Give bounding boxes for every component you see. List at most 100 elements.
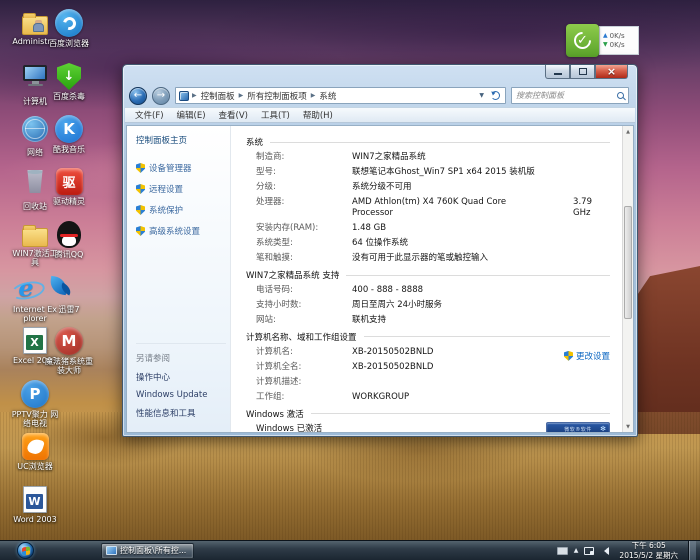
info-row: 工作组:WORKGROUP (256, 392, 610, 403)
pptv-icon: P (21, 380, 49, 408)
system-window: ← → ▶ 控制面板 ▶ 所有控制面板项 ▶ 系统 ▼ 搜索控制面板 文件(F)… (122, 64, 638, 437)
info-row: 制造商:WIN7之家精品系统 (256, 152, 610, 163)
info-row: 笔和触摸:没有可用于此显示器的笔或触控输入 (256, 253, 610, 264)
desktop-icon-baidu-antivirus[interactable]: ↓ 百度杀毒 (45, 61, 93, 101)
cpu-speed: 3.79 GHz (573, 197, 610, 218)
section-title-activation: Windows 激活 (246, 408, 304, 420)
download-speed: 0K/s (610, 41, 625, 49)
sidebar-item-system-protection[interactable]: 系统保护 (136, 204, 226, 216)
taskbar: 控制面板\所有控... ▲ 下午 6:05 2015/5/2 星期六 (0, 540, 700, 560)
driver-genius-icon: 驱 (56, 168, 83, 195)
vertical-scrollbar[interactable]: ▲ ▼ (622, 126, 633, 432)
uac-shield-icon (136, 184, 145, 194)
clock-time: 下午 6:05 (619, 541, 678, 550)
breadcrumb-control-panel[interactable]: 控制面板 (200, 90, 236, 102)
xunlei-bird-icon (45, 273, 75, 303)
info-row: 计算机全名:XB-20150502BNLD (256, 362, 610, 373)
info-row: 电话号码:400 - 888 - 8888 (256, 285, 610, 296)
sidebar-item-remote-settings[interactable]: 远程设置 (136, 183, 226, 195)
menu-view[interactable]: 查看(V) (219, 109, 248, 121)
search-box[interactable]: 搜索控制面板 (511, 87, 629, 104)
maximize-button[interactable] (570, 65, 595, 79)
desktop-icon-xunlei[interactable]: 迅雷7 (45, 273, 93, 314)
see-also-header: 另请参阅 (136, 352, 226, 364)
control-panel-window-icon (106, 546, 117, 555)
desktop-icon-baidu-browser[interactable]: 百度浏览器 (45, 8, 93, 48)
close-button[interactable] (595, 65, 628, 79)
uac-shield-icon (136, 226, 145, 236)
back-button[interactable]: ← (129, 87, 147, 105)
speed-panel: ▲0K/s ▼0K/s (599, 26, 639, 55)
desktop-icon-uc-browser[interactable]: UC浏览器 (11, 432, 59, 471)
sidebar-item-advanced-settings[interactable]: 高级系统设置 (136, 225, 226, 237)
breadcrumb-separator: ▶ (192, 92, 197, 99)
menu-file[interactable]: 文件(F) (135, 109, 164, 121)
change-settings-link[interactable]: 更改设置 (564, 350, 610, 362)
info-row: 计算机描述: (256, 377, 610, 388)
maximize-icon (579, 68, 587, 75)
sidebar-item-performance-tools[interactable]: 性能信息和工具 (136, 407, 226, 419)
menu-tools[interactable]: 工具(T) (261, 109, 290, 121)
net-speed-widget[interactable]: ✓ ▲0K/s ▼0K/s (566, 24, 639, 57)
upload-speed: 0K/s (610, 32, 625, 40)
sidebar-item-device-manager[interactable]: 设备管理器 (136, 162, 226, 174)
show-hidden-icons-arrow[interactable]: ▲ (574, 547, 579, 554)
desktop-icon-mofazhu[interactable]: M 魔法猪系统重装大师 (45, 326, 93, 375)
uac-shield-icon (136, 163, 145, 173)
kuwo-icon: K (55, 115, 83, 143)
minimize-button[interactable] (545, 65, 570, 79)
scroll-up-arrow[interactable]: ▲ (623, 126, 633, 137)
network-tray-icon[interactable] (584, 547, 594, 555)
clock-date: 2015/5/2 星期六 (619, 551, 678, 560)
sidebar-item-action-center[interactable]: 操作中心 (136, 371, 226, 383)
navigation-bar: ← → ▶ 控制面板 ▶ 所有控制面板项 ▶ 系统 ▼ 搜索控制面板 (123, 84, 637, 107)
uac-shield-icon (564, 351, 573, 361)
breadcrumb-system[interactable]: 系统 (318, 90, 337, 102)
sidebar-item-windows-update[interactable]: Windows Update (136, 390, 226, 400)
title-bar[interactable] (123, 65, 637, 84)
sidebar: 控制面板主页 设备管理器 远程设置 系统保护 高级系统设置 (127, 126, 231, 432)
shield-icon: ↓ (57, 63, 81, 90)
download-arrow-icon: ▼ (603, 42, 608, 48)
recycle-bin-icon (26, 170, 44, 193)
scroll-down-arrow[interactable]: ▼ (623, 421, 633, 432)
desktop-icon-kuwo-music[interactable]: K 酷我音乐 (45, 114, 93, 154)
input-indicator-icon[interactable] (557, 547, 568, 555)
sidebar-item-control-panel-home[interactable]: 控制面板主页 (136, 134, 226, 146)
online-support-link[interactable]: 联机支持 (352, 315, 386, 326)
desktop-icon-qq[interactable]: 腾讯QQ (45, 220, 93, 259)
desktop-icon-driver-genius[interactable]: 驱 驱动精灵 (45, 167, 93, 206)
desktop-icon-word[interactable]: W Word 2003 (11, 485, 59, 524)
word-icon: W (23, 486, 47, 513)
scrollbar-thumb[interactable] (624, 206, 632, 319)
sparkle-icon: ✻ (600, 425, 606, 432)
excel-icon: X (23, 327, 47, 354)
genuine-license-badge[interactable]: ✻ 微软®软件 正版授权 安全 稳定 放心 (546, 422, 610, 432)
desktop-icon-pptv[interactable]: P PPTV聚力 网络电视 (11, 379, 59, 428)
breadcrumb-all-items[interactable]: 所有控制面板项 (246, 90, 308, 102)
refresh-icon[interactable] (491, 91, 500, 100)
show-desktop-button[interactable] (688, 541, 696, 560)
start-button[interactable] (17, 542, 34, 559)
info-row: 系统类型:64 位操作系统 (256, 238, 610, 249)
menu-edit[interactable]: 编辑(E) (177, 109, 206, 121)
volume-icon[interactable] (600, 547, 609, 555)
section-title-system: 系统 (246, 136, 263, 148)
address-dropdown-icon[interactable]: ▼ (477, 92, 486, 99)
main-panel: 系统 制造商:WIN7之家精品系统 型号:联想笔记本Ghost_Win7 SP1… (231, 126, 622, 432)
address-bar[interactable]: ▶ 控制面板 ▶ 所有控制面板项 ▶ 系统 ▼ (175, 87, 506, 104)
rating-unavailable-link[interactable]: 系统分级不可用 (352, 182, 412, 193)
check-circle-icon[interactable]: ✓ (566, 24, 599, 57)
taskbar-button-control-panel[interactable]: 控制面板\所有控... (101, 543, 194, 559)
info-row: 网站:联机支持 (256, 315, 610, 326)
forward-button[interactable]: → (152, 87, 170, 105)
ie-icon: e (11, 273, 41, 303)
info-row: 分级:系统分级不可用 (256, 182, 610, 193)
clock[interactable]: 下午 6:05 2015/5/2 星期六 (615, 541, 682, 560)
uac-shield-icon (136, 205, 145, 215)
start-orb-icon (22, 546, 30, 555)
search-icon[interactable] (617, 92, 624, 99)
minimize-icon (554, 73, 562, 75)
desktop: Administr... 百度浏览器 计算机 ↓ 百度杀毒 网络 K 酷我音乐 … (0, 0, 700, 560)
menu-help[interactable]: 帮助(H) (303, 109, 333, 121)
